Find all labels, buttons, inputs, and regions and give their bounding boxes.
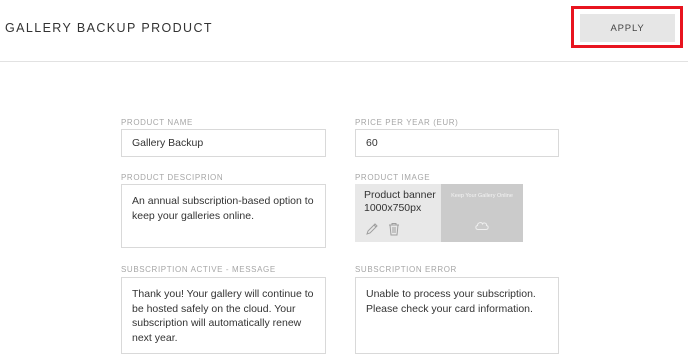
subscription-error-label: SUBSCRIPTION ERROR — [355, 265, 457, 274]
page: GALLERY BACKUP PRODUCT APPLY PRODUCT NAM… — [0, 0, 688, 354]
product-name-label: PRODUCT NAME — [121, 118, 193, 127]
product-banner-text: Product banner 1000x750px — [364, 189, 436, 214]
apply-button[interactable]: APPLY — [580, 14, 675, 42]
page-title: GALLERY BACKUP PRODUCT — [5, 21, 213, 35]
subscription-active-message-label: SUBSCRIPTION ACTIVE - MESSAGE — [121, 265, 276, 274]
price-per-year-label: PRICE PER YEAR (EUR) — [355, 118, 459, 127]
trash-icon[interactable] — [387, 222, 401, 236]
product-image-label: PRODUCT IMAGE — [355, 173, 431, 182]
product-image-tile: Product banner 1000x750px Keep Your Gall… — [355, 184, 523, 242]
product-description-label: PRODUCT DESCIPRION — [121, 173, 224, 182]
price-per-year-input[interactable] — [355, 129, 559, 157]
subscription-error-textarea[interactable]: Unable to process your subscription. Ple… — [355, 277, 559, 354]
page-header: GALLERY BACKUP PRODUCT APPLY — [0, 0, 688, 62]
pencil-icon[interactable] — [365, 222, 379, 236]
subscription-active-message-textarea[interactable]: Thank you! Your gallery will continue to… — [121, 277, 326, 354]
cloud-icon — [474, 218, 490, 230]
product-name-input[interactable] — [121, 129, 326, 157]
thumbnail-caption: Keep Your Gallery Online — [451, 193, 513, 199]
product-description-textarea[interactable]: An annual subscription-based option to k… — [121, 184, 326, 248]
product-image-thumbnail[interactable]: Keep Your Gallery Online — [441, 184, 523, 242]
